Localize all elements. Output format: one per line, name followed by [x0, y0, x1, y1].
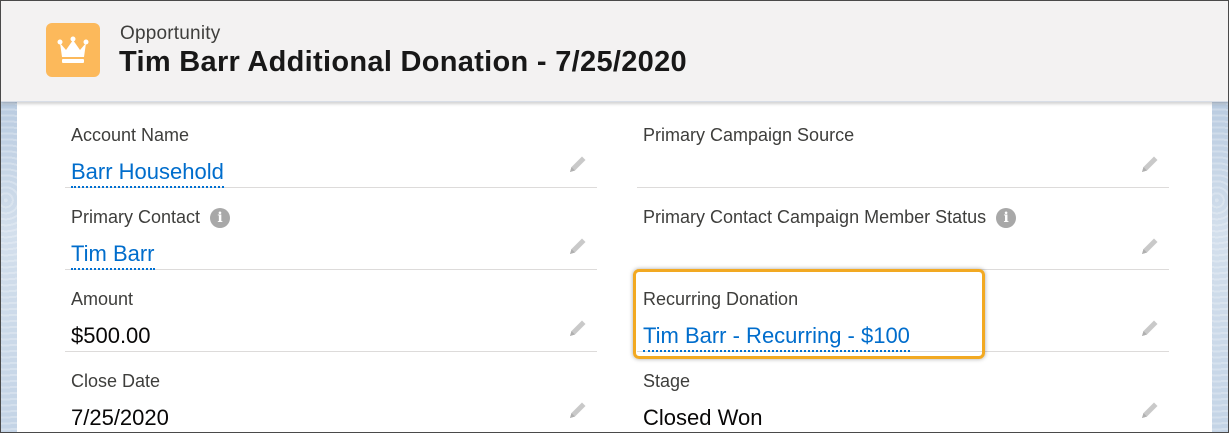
pencil-edit-icon[interactable] [1139, 317, 1161, 339]
field-label-text: Primary Contact Campaign Member Status [643, 207, 987, 227]
field-primary-contact-campaign-member-status: Primary Contact Campaign Member Status i [637, 189, 1169, 270]
object-type-label: Opportunity [120, 23, 221, 44]
field-label: Close Date [71, 371, 161, 391]
field-close-date: Close Date 7/25/2020 [65, 353, 597, 432]
field-label: Recurring Donation [643, 289, 799, 309]
field-label: Primary Contact Campaign Member Status i [643, 207, 1017, 228]
field-label: Primary Campaign Source [643, 125, 855, 145]
amount-value: $500.00 [71, 323, 151, 348]
field-primary-campaign-source: Primary Campaign Source [637, 107, 1169, 188]
details-panel: Account Name Barr Household Primary Camp… [17, 101, 1212, 432]
info-icon[interactable]: i [210, 208, 231, 228]
primary-contact-link[interactable]: Tim Barr [71, 241, 155, 270]
info-icon[interactable]: i [996, 208, 1017, 228]
field-label-text: Primary Contact [71, 207, 201, 227]
close-date-value: 7/25/2020 [71, 405, 169, 430]
pencil-edit-icon[interactable] [567, 317, 589, 339]
field-primary-contact: Primary Contact i Tim Barr [65, 189, 597, 270]
field-recurring-donation: Recurring Donation Tim Barr - Recurring … [637, 271, 1169, 352]
background-texture-right [1212, 101, 1228, 432]
pencil-edit-icon[interactable] [567, 235, 589, 257]
field-label: Stage [643, 371, 691, 391]
field-label: Primary Contact i [71, 207, 231, 228]
field-account-name: Account Name Barr Household [65, 107, 597, 188]
crown-icon [46, 23, 100, 77]
field-label: Account Name [71, 125, 190, 145]
recurring-donation-link[interactable]: Tim Barr - Recurring - $100 [643, 323, 910, 352]
field-amount: Amount $500.00 [65, 271, 597, 352]
pencil-edit-icon[interactable] [1139, 399, 1161, 421]
stage-value: Closed Won [643, 405, 763, 430]
pencil-edit-icon[interactable] [1139, 153, 1161, 175]
field-stage: Stage Closed Won [637, 353, 1169, 432]
record-header: Opportunity Tim Barr Additional Donation… [1, 1, 1228, 102]
record-title: Tim Barr Additional Donation - 7/25/2020 [119, 46, 687, 78]
field-label: Amount [71, 289, 134, 309]
account-name-link[interactable]: Barr Household [71, 159, 224, 188]
pencil-edit-icon[interactable] [567, 153, 589, 175]
background-texture-left [1, 101, 17, 432]
record-detail-frame: Opportunity Tim Barr Additional Donation… [0, 0, 1229, 433]
pencil-edit-icon[interactable] [1139, 235, 1161, 257]
pencil-edit-icon[interactable] [567, 399, 589, 421]
